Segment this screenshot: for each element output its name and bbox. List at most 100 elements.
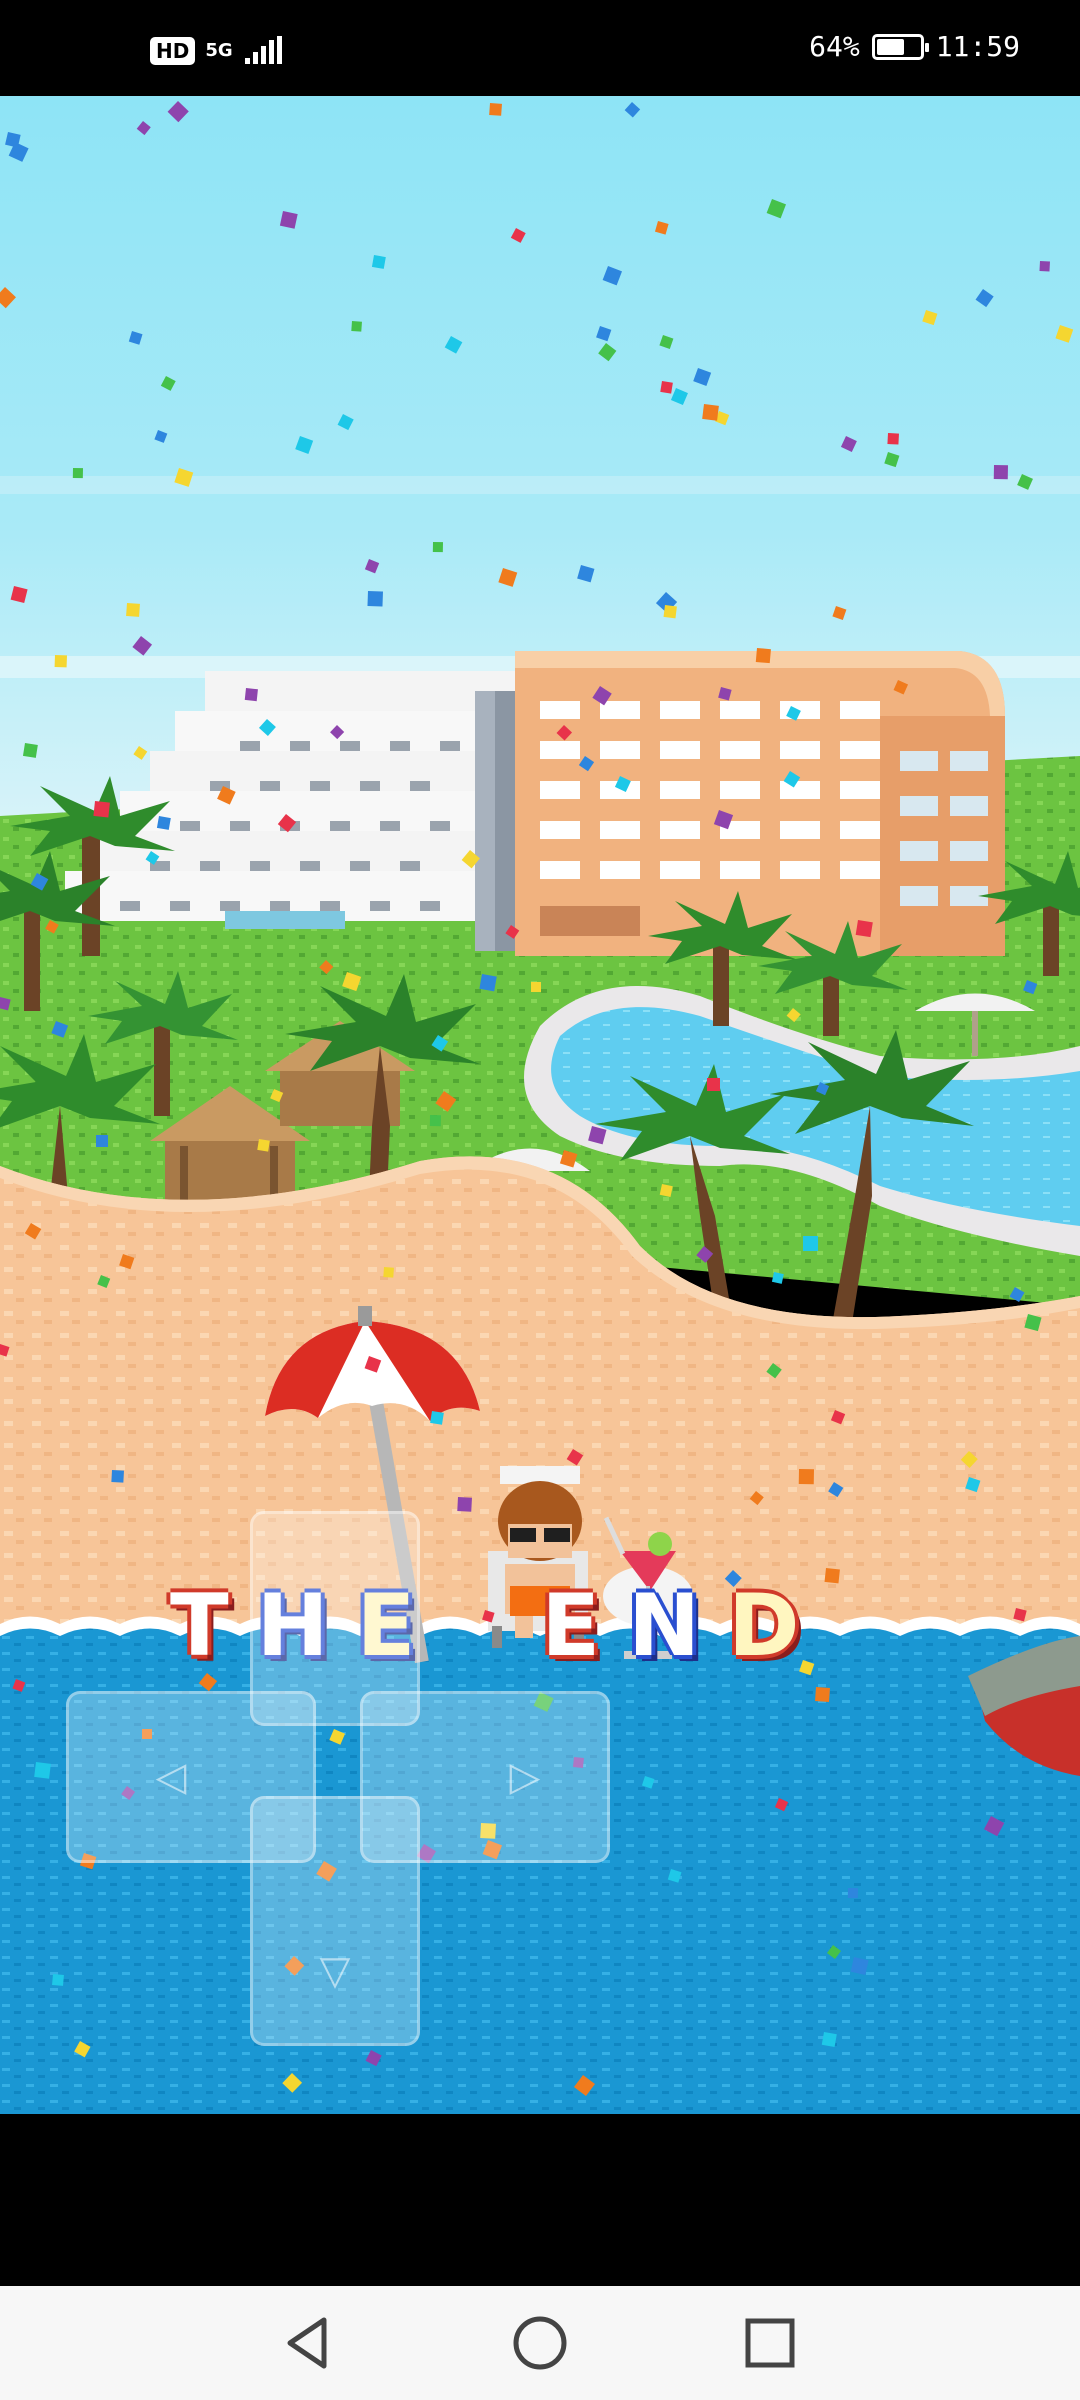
confetti-piece xyxy=(1039,260,1050,272)
confetti-piece xyxy=(133,746,148,760)
confetti-piece xyxy=(0,997,11,1011)
confetti-piece xyxy=(270,1089,284,1103)
confetti-piece xyxy=(578,756,595,772)
recents-icon[interactable] xyxy=(737,2310,803,2376)
confetti-piece xyxy=(51,1020,69,1038)
ending-letter: T xyxy=(170,1576,229,1676)
confetti-piece xyxy=(592,686,612,706)
confetti-piece xyxy=(132,636,153,656)
confetti-piece xyxy=(670,388,688,406)
confetti-piece xyxy=(364,559,380,574)
confetti-piece xyxy=(371,255,386,269)
hd-icon: HD xyxy=(150,37,196,65)
status-left: HD 5G xyxy=(150,36,283,66)
confetti-piece xyxy=(72,468,83,479)
battery-percent: 64% xyxy=(809,30,860,63)
confetti-piece xyxy=(367,591,383,607)
confetti-piece xyxy=(713,810,734,830)
confetti-piece xyxy=(659,335,674,349)
game-area[interactable]: THEEND ◁ ▷ ▽ xyxy=(0,96,1080,2114)
confetti-piece xyxy=(667,1869,682,1883)
confetti-piece xyxy=(559,1150,578,1168)
confetti-piece xyxy=(0,1344,10,1357)
confetti-piece xyxy=(1023,980,1038,995)
confetti-piece xyxy=(614,776,631,792)
confetti-piece xyxy=(156,816,171,830)
confetti-piece xyxy=(1017,474,1033,490)
home-icon[interactable] xyxy=(507,2310,573,2376)
confetti-piece xyxy=(282,2073,303,2093)
confetti-piece xyxy=(983,1816,1005,1837)
confetti-piece xyxy=(993,464,1008,480)
confetti-piece xyxy=(718,687,732,701)
confetti-piece xyxy=(430,1410,444,1425)
confetti-piece xyxy=(167,101,189,123)
confetti-piece xyxy=(431,1035,449,1052)
confetti-piece xyxy=(154,430,168,443)
confetti-piece xyxy=(975,289,994,308)
dpad-down-button[interactable]: ▽ xyxy=(250,1796,420,2046)
confetti-piece xyxy=(577,564,595,583)
confetti-piece xyxy=(279,211,298,229)
confetti-piece xyxy=(660,381,673,394)
confetti-piece xyxy=(111,1470,124,1483)
confetti-piece xyxy=(573,2075,595,2097)
confetti-piece xyxy=(798,1468,814,1485)
status-bar: HD 5G 64% 11:59 xyxy=(0,0,1080,96)
confetti-piece xyxy=(444,335,463,354)
letterbox-bar xyxy=(0,2114,1080,2286)
confetti-piece xyxy=(364,1355,382,1373)
confetti-piece xyxy=(960,1451,978,1468)
confetti-piece xyxy=(429,1115,441,1127)
confetti-piece xyxy=(654,221,669,235)
confetti-piece xyxy=(749,1491,764,1506)
confetti-piece xyxy=(556,725,573,741)
confetti-piece xyxy=(588,1126,607,1145)
confetti-piece xyxy=(97,1275,111,1289)
confetti-piece xyxy=(884,451,900,468)
confetti-piece xyxy=(624,101,641,118)
confetti-piece xyxy=(566,1449,584,1466)
network-type-label: 5G xyxy=(205,40,233,61)
confetti-piece xyxy=(174,468,194,487)
confetti-piece xyxy=(755,648,771,664)
confetti-piece xyxy=(45,920,59,934)
chevron-left-icon: ◁ xyxy=(155,1754,187,1800)
confetti-piece xyxy=(505,925,520,939)
confetti-piece xyxy=(365,2050,382,2067)
confetti-piece xyxy=(641,1776,655,1789)
confetti-piece xyxy=(828,1482,844,1498)
battery-icon xyxy=(871,33,929,60)
confetti-piece xyxy=(128,331,143,345)
confetti-piece xyxy=(34,1761,51,1779)
confetti-piece xyxy=(52,1974,64,1986)
confetti-piece xyxy=(479,974,497,992)
confetti-piece xyxy=(119,1254,135,1270)
the-end-banner: THEEND xyxy=(0,1576,1080,1676)
confetti-piece xyxy=(160,376,176,391)
confetti-piece xyxy=(922,309,938,326)
confetti-piece xyxy=(319,959,334,975)
confetti-piece xyxy=(786,1008,801,1023)
confetti-piece xyxy=(337,414,354,431)
confetti-piece xyxy=(766,1362,782,1379)
ending-letter: E xyxy=(541,1576,601,1676)
confetti-piece xyxy=(145,850,160,865)
confetti-piece xyxy=(663,605,677,619)
confetti-piece xyxy=(840,435,857,452)
confetti-piece xyxy=(783,771,801,788)
confetti-piece xyxy=(258,719,276,736)
clock: 11:59 xyxy=(935,30,1020,63)
confetti-piece xyxy=(830,1409,846,1425)
back-icon[interactable] xyxy=(276,2310,342,2376)
confetti-piece xyxy=(707,1078,720,1091)
confetti-piece xyxy=(774,1798,789,1812)
confetti-piece xyxy=(693,367,712,386)
confetti-piece xyxy=(295,435,314,454)
confetti-piece xyxy=(277,813,297,833)
confetti-piece xyxy=(489,103,502,116)
confetti-piece xyxy=(596,325,612,342)
confetti-piece xyxy=(850,1957,869,1975)
confetti-piece xyxy=(510,228,526,243)
ending-letter: D xyxy=(728,1576,800,1676)
